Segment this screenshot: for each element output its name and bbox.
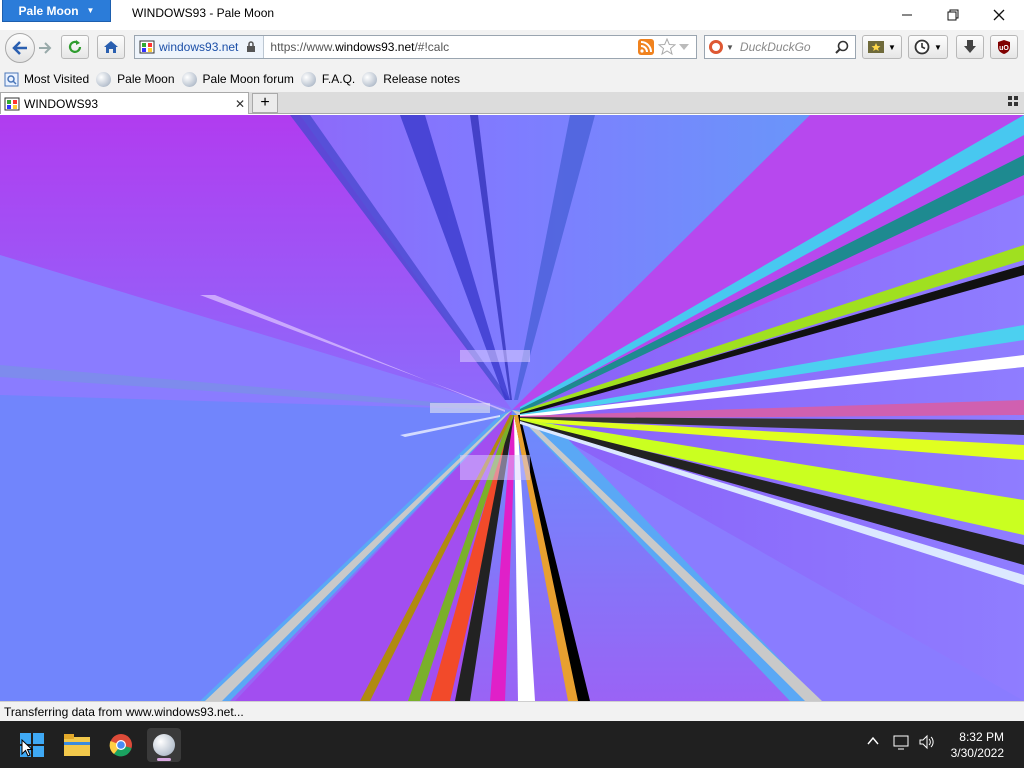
mouse-cursor-icon — [21, 739, 33, 757]
ublock-shield-icon: uO — [998, 40, 1010, 54]
bookmark-label: Pale Moon — [117, 72, 175, 86]
chrome-icon — [109, 734, 132, 757]
history-button[interactable]: ▼ — [908, 35, 948, 59]
system-clock[interactable]: 8:32 PM 3/30/2022 — [951, 729, 1004, 761]
status-text: Transferring data from www.windows93.net… — [4, 704, 244, 719]
reload-button[interactable] — [61, 35, 89, 59]
search-engine-dropdown-icon[interactable]: ▼ — [726, 43, 734, 52]
globe-icon — [362, 71, 378, 87]
folder-icon — [64, 734, 90, 756]
network-icon[interactable] — [893, 734, 911, 753]
chevron-down-icon: ▼ — [888, 42, 896, 52]
url-suffix: /#!calc — [414, 40, 450, 54]
bookmark-pale-moon-forum[interactable]: Pale Moon forum — [181, 71, 294, 87]
bookmark-faq[interactable]: F.A.Q. — [300, 71, 356, 87]
app-menu-button[interactable]: Pale Moon ▼ — [2, 0, 111, 22]
clock-icon — [914, 39, 930, 55]
minimize-icon — [902, 14, 912, 16]
tab-windows93[interactable]: WINDOWS93 ✕ — [0, 92, 249, 114]
back-button[interactable] — [5, 33, 35, 63]
url-dropdown-icon[interactable] — [678, 41, 690, 53]
taskbar-chrome[interactable] — [104, 728, 138, 762]
back-arrow-icon — [12, 41, 27, 55]
search-bar[interactable]: ▼ DuckDuckGo — [704, 35, 856, 59]
search-input[interactable]: DuckDuckGo — [740, 40, 835, 54]
duckduckgo-icon — [709, 40, 723, 54]
app-menu-label: Pale Moon — [18, 3, 79, 18]
close-button[interactable] — [976, 0, 1022, 30]
globe-icon — [96, 71, 112, 87]
search-icon[interactable] — [835, 40, 849, 54]
bookmark-pale-moon[interactable]: Pale Moon — [96, 71, 175, 87]
pale-moon-icon — [153, 734, 175, 756]
bookmark-label: F.A.Q. — [321, 72, 356, 86]
taskbar-pale-moon[interactable] — [147, 728, 181, 762]
taskbar-file-explorer[interactable] — [60, 728, 94, 762]
chevron-down-icon: ▼ — [934, 42, 942, 52]
site-favicon-icon — [139, 40, 155, 54]
bookmark-release-notes[interactable]: Release notes — [362, 71, 460, 87]
forward-arrow-icon — [39, 42, 52, 54]
restore-button[interactable] — [930, 0, 976, 30]
download-arrow-icon — [964, 40, 976, 53]
most-visited-folder-icon — [4, 72, 19, 86]
network-icon-shape — [893, 735, 909, 750]
bookmark-label: Pale Moon forum — [202, 72, 294, 86]
url-text[interactable]: https://www.windows93.net/#!calc — [264, 40, 638, 54]
globe-icon — [181, 71, 197, 87]
ublock-button[interactable]: uO — [990, 35, 1018, 59]
tab-title: WINDOWS93 — [24, 96, 99, 111]
active-indicator — [157, 758, 171, 761]
home-button[interactable] — [97, 35, 125, 59]
url-host: windows93.net — [335, 40, 415, 54]
site-favicon-icon — [4, 97, 20, 110]
site-identity-label: windows93.net — [159, 40, 239, 54]
url-prefix: https://www. — [270, 40, 336, 54]
web-page-content[interactable] — [0, 115, 1024, 701]
show-hidden-icons-button[interactable] — [866, 734, 880, 751]
tunnel-graphic — [0, 115, 1024, 701]
lock-icon — [247, 41, 256, 52]
close-icon — [993, 9, 1005, 21]
rss-feed-icon[interactable] — [638, 39, 654, 55]
bookmark-label: Release notes — [383, 72, 460, 86]
taskbar: 8:32 PM 3/30/2022 — [0, 721, 1024, 768]
bookmark-label: Most Visited — [24, 72, 90, 86]
speaker-icon — [919, 734, 934, 750]
reload-icon — [68, 40, 82, 53]
new-tab-button[interactable]: + — [252, 93, 278, 113]
clock-date: 3/30/2022 — [950, 746, 1004, 760]
chevron-down-icon: ▼ — [86, 6, 95, 15]
site-identity-button[interactable]: windows93.net — [135, 36, 265, 58]
home-icon — [104, 41, 118, 53]
navigation-toolbar: windows93.net https://www.windows93.net/… — [0, 30, 1024, 66]
volume-icon[interactable] — [918, 734, 936, 753]
bookmarks-icon — [868, 41, 885, 53]
list-all-tabs-icon[interactable] — [1008, 96, 1020, 108]
downloads-button[interactable] — [956, 35, 984, 59]
window-title: WINDOWS93 - Pale Moon — [132, 6, 275, 20]
minimize-button[interactable] — [884, 0, 930, 30]
tab-close-button[interactable]: ✕ — [232, 97, 248, 111]
status-bar: Transferring data from www.windows93.net… — [0, 701, 1024, 721]
bookmark-most-visited[interactable]: Most Visited — [4, 72, 89, 87]
bookmark-star-icon[interactable] — [658, 38, 676, 56]
address-bar[interactable]: windows93.net https://www.windows93.net/… — [134, 35, 697, 59]
restore-icon — [947, 9, 959, 21]
clock-time: 8:32 PM — [959, 730, 1004, 744]
globe-icon — [300, 71, 316, 87]
svg-text:uO: uO — [999, 45, 1009, 52]
bookmarks-menu-button[interactable]: ▼ — [862, 35, 902, 59]
forward-button[interactable] — [36, 39, 54, 57]
title-bar: Pale Moon ▼ WINDOWS93 - Pale Moon — [0, 0, 1024, 30]
tab-strip: WINDOWS93 ✕ + — [0, 92, 1024, 114]
chevron-up-icon — [867, 736, 879, 745]
bookmarks-toolbar: Most Visited Pale Moon Pale Moon forum F… — [0, 66, 1024, 92]
